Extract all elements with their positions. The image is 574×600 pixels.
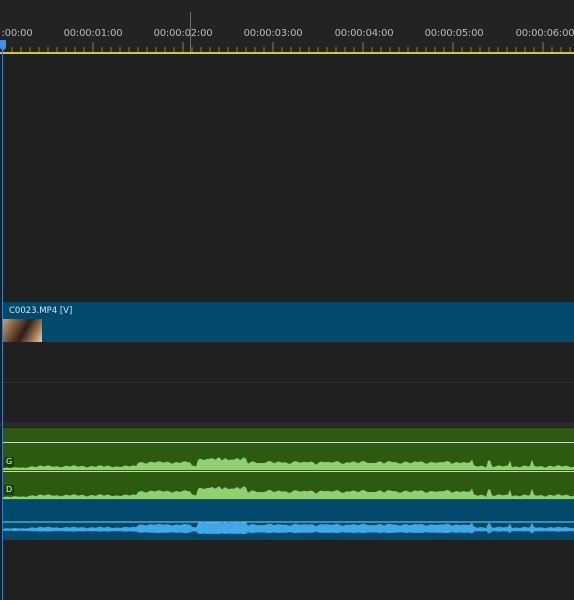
timecode-label: 00:00:01:00 [63,28,123,39]
waveform-mono [2,522,574,534]
waveform-channel-left [2,457,574,470]
waveform-channel-right [2,486,574,499]
video-clip-label: C0023.MP4 [V] [9,306,73,316]
timecode-label: 00:00:02:00 [153,28,213,39]
ruler-hover-marker [190,12,191,52]
audio-clip-stereo[interactable]: G D [2,428,574,500]
playhead-line[interactable] [2,40,3,600]
ruler-ticks [2,42,571,52]
timecode-label: 00:00:05:00 [424,28,484,39]
audio-video-divider[interactable] [0,422,574,427]
video-clip[interactable]: C0023.MP4 [V] [2,302,574,342]
playhead-handle[interactable] [0,40,6,50]
audio-waveform-mono [2,521,574,534]
track-separator [0,382,574,383]
audio-clip-mono[interactable] [2,500,574,540]
timecode-label: 00:00:04:00 [334,28,394,39]
timecode-label: 00:00:06:00 [515,28,574,39]
timeline-ruler[interactable]: :00:00 00:00:01:00 00:00:02:00 00:00:03:… [0,0,574,54]
clip-thumbnail [2,319,42,342]
audio-waveform-left [2,457,574,499]
timecode-label: 00:00:03:00 [243,28,303,39]
timecode-label: :00:00 [1,28,33,39]
